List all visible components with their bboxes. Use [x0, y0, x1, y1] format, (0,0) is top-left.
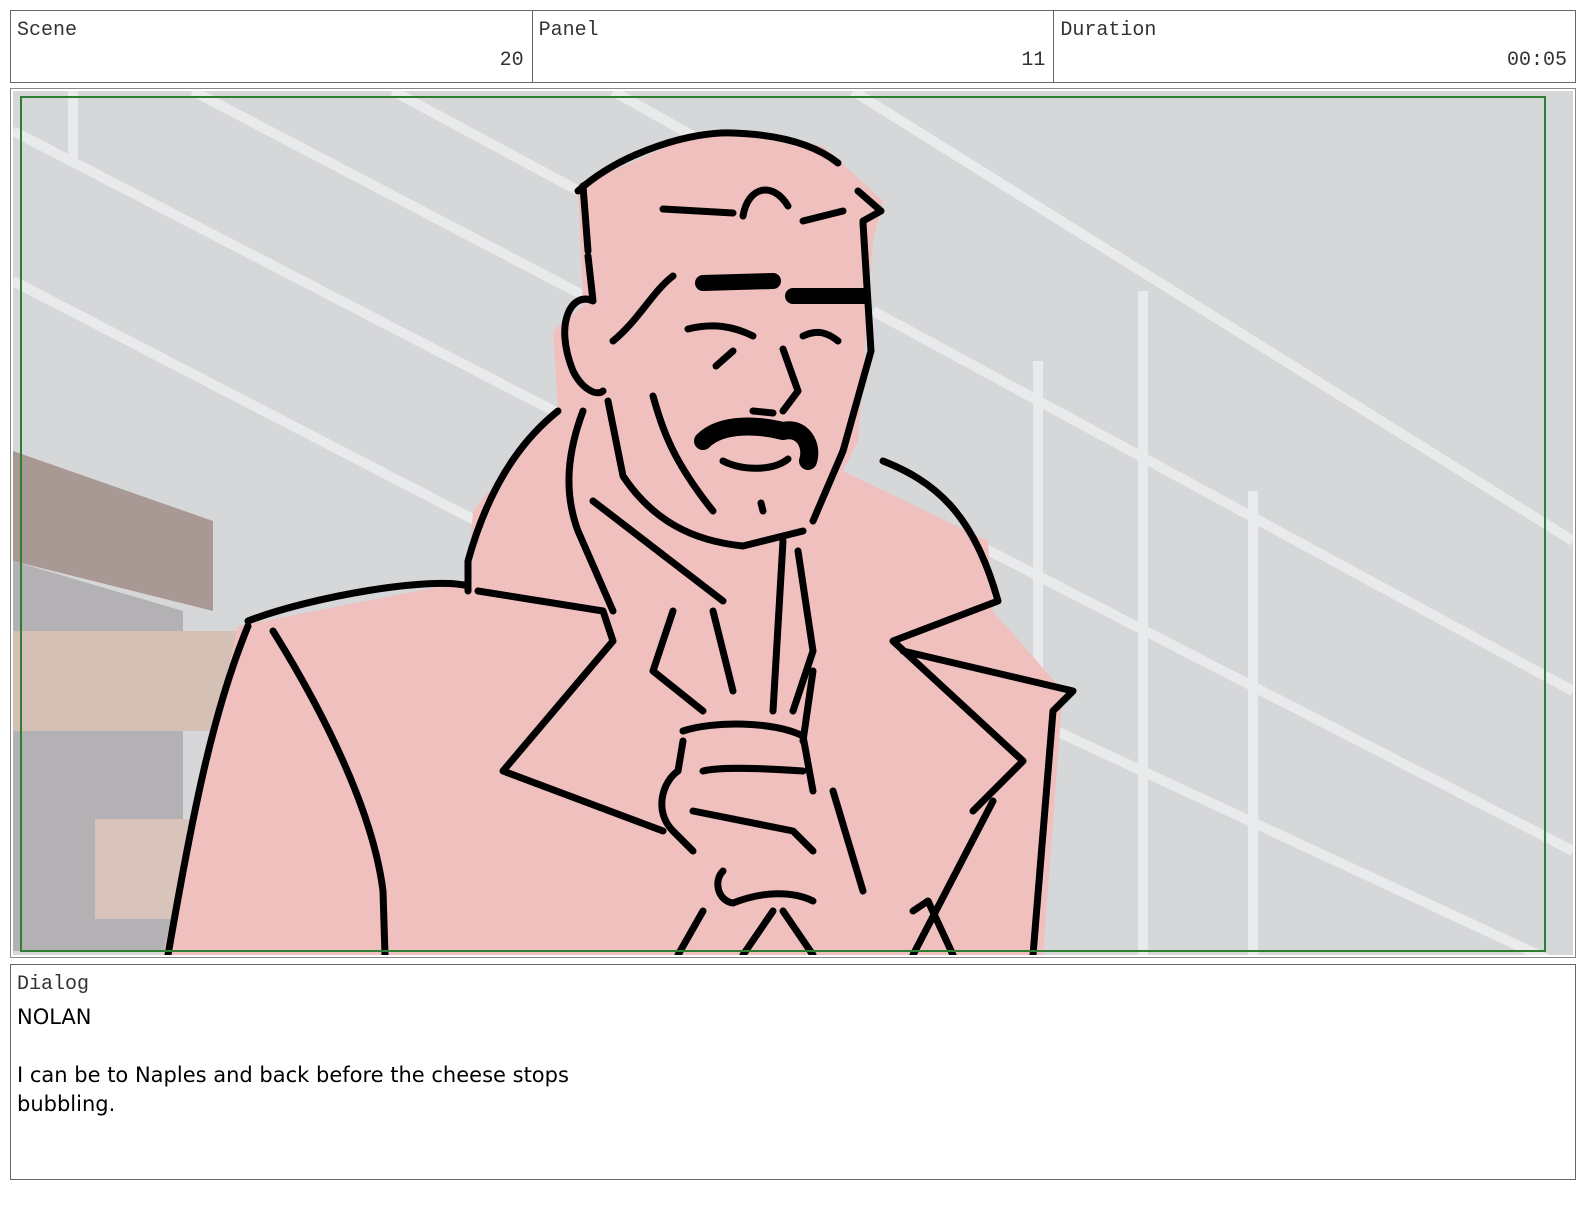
dialog-speaker: NOLAN — [17, 1005, 92, 1029]
dialog-label: Dialog — [17, 973, 90, 996]
scene-number: 20 — [499, 49, 524, 72]
dialog-line: I can be to Naples and back before the c… — [17, 1063, 569, 1116]
storyboard-drawing — [13, 91, 1573, 955]
panel-number: 11 — [1021, 49, 1046, 72]
panel-label: Panel — [538, 19, 599, 42]
panel-cell: Panel 11 — [533, 11, 1055, 82]
scene-label: Scene — [17, 19, 78, 42]
panel-info-header: Scene 20 Panel 11 Duration 00:05 — [10, 10, 1576, 83]
duration-value: 00:05 — [1507, 49, 1568, 72]
duration-label: Duration — [1060, 19, 1157, 42]
scene-cell: Scene 20 — [11, 11, 533, 82]
duration-cell: Duration 00:05 — [1054, 11, 1575, 82]
storyboard-panel — [10, 88, 1576, 958]
dialog-box: Dialog NOLAN I can be to Naples and back… — [10, 964, 1576, 1180]
